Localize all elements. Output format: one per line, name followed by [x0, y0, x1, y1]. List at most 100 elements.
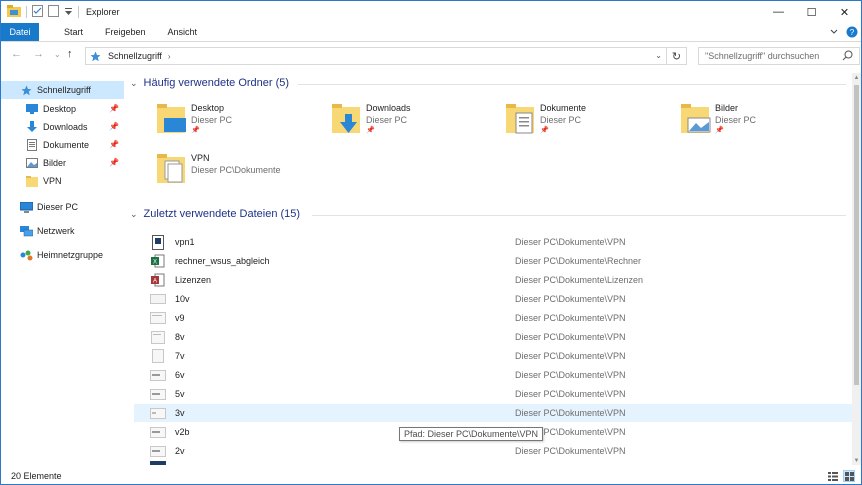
file-row[interactable]: vpn1 Dieser PC\Dokumente\VPN [134, 233, 853, 251]
status-bar: 20 Elemente [1, 467, 861, 485]
scrollbar-thumb[interactable] [854, 85, 859, 385]
file-thumb-icon [150, 367, 166, 383]
file-row[interactable]: 10v Dieser PC\Dokumente\VPN [134, 290, 853, 308]
nav-item-downloads[interactable]: Downloads 📌 [1, 118, 124, 136]
file-location: Dieser PC\Dokumente\VPN [515, 446, 626, 456]
nav-item-label: VPN [43, 176, 62, 186]
file-name: 8v [175, 332, 185, 342]
folder-tile-desktop[interactable]: Desktop Dieser PC 📌 [156, 102, 326, 144]
file-row[interactable]: A Lizenzen Dieser PC\Dokumente\Lizenzen [134, 271, 853, 289]
folder-name: Downloads [366, 103, 411, 113]
file-row[interactable]: 2v Dieser PC\Dokumente\VPN [134, 442, 853, 460]
nav-item-label: Netzwerk [37, 226, 75, 236]
up-arrow-icon[interactable]: ↑ [67, 48, 73, 60]
navigation-pane: Schnellzugriff Desktop 📌 Downloads 📌 Dok… [1, 73, 125, 463]
pin-icon[interactable]: 📌 [109, 122, 119, 131]
address-bar[interactable]: Schnellzugriff › ⌄ ↻ [85, 47, 687, 65]
file-row[interactable]: 5v Dieser PC\Dokumente\VPN [134, 385, 853, 403]
back-arrow-icon[interactable]: ← [11, 48, 22, 60]
tiles-view-icon[interactable] [843, 470, 855, 482]
nav-item-bilder[interactable]: Bilder 📌 [1, 154, 124, 172]
vpn-folder-icon [156, 152, 188, 186]
file-location: Dieser PC\Dokumente\Rechner [515, 256, 642, 266]
breadcrumb-arrow-icon[interactable]: › [168, 52, 171, 61]
search-input[interactable]: "Schnellzugriff" durchsuchen [698, 47, 860, 65]
vertical-scrollbar[interactable]: ▲ ▼ [852, 73, 861, 465]
nav-item-netzwerk[interactable]: Netzwerk [1, 222, 124, 240]
folder-tile-bilder[interactable]: Bilder Dieser PC 📌 [680, 102, 850, 144]
pin-icon[interactable]: 📌 [540, 126, 549, 134]
qat-customize-icon[interactable] [64, 7, 73, 18]
file-row[interactable]: X rechner_wsus_abgleich Dieser PC\Dokume… [134, 252, 853, 270]
nav-item-label: Schnellzugriff [37, 85, 91, 95]
file-location: Dieser PC\Dokumente\VPN [515, 313, 626, 323]
file-location: Dieser PC\Dokumente\VPN [515, 370, 626, 380]
maximize-button[interactable]: ☐ [795, 1, 828, 23]
folder-name: Desktop [191, 103, 225, 113]
nav-item-desktop[interactable]: Desktop 📌 [1, 100, 124, 118]
minimize-button[interactable]: — [762, 1, 795, 23]
pictures-folder-icon [680, 102, 712, 136]
scroll-down-icon[interactable]: ▼ [852, 456, 861, 465]
nav-item-label: Desktop [43, 104, 77, 114]
quick-access-toolbar [7, 5, 79, 19]
new-folder-icon[interactable] [48, 5, 59, 19]
collapse-chevron-icon[interactable]: ⌄ [130, 78, 138, 89]
explorer-window: Explorer — ☐ ✕ Datei Start Freigeben Ans… [0, 0, 862, 485]
file-row[interactable]: 3v Dieser PC\Dokumente\VPN [134, 404, 853, 422]
tab-start[interactable]: Start [53, 23, 94, 41]
close-button[interactable]: ✕ [828, 1, 861, 23]
window-title: Explorer [86, 7, 120, 17]
group-header-title: Häufig verwendete Ordner (5) [143, 77, 290, 89]
item-count: 20 Elemente [11, 471, 62, 481]
tab-ansicht[interactable]: Ansicht [157, 23, 209, 41]
help-icon[interactable]: ? [843, 23, 861, 41]
file-thumb-icon [150, 424, 166, 440]
tab-freigeben[interactable]: Freigeben [94, 23, 157, 41]
navigation-row: ← → ⌄ ↑ Schnellzugriff › ⌄ ↻ "Schnellzug… [1, 45, 861, 67]
folder-path: Dieser PC\Dokumente [191, 165, 281, 175]
folder-name: Dokumente [540, 103, 587, 113]
folder-tile-downloads[interactable]: Downloads Dieser PC 📌 [331, 102, 501, 144]
expand-ribbon-icon[interactable] [825, 23, 843, 41]
file-name: Lizenzen [175, 275, 212, 285]
nav-item-schnellzugriff[interactable]: Schnellzugriff [1, 81, 124, 99]
folder-path: Dieser PC [191, 115, 233, 125]
nav-item-dieser-pc[interactable]: Dieser PC [1, 198, 124, 216]
collapse-chevron-icon[interactable]: ⌄ [130, 209, 138, 220]
group-header-recent-files[interactable]: ⌄ Zuletzt verwendete Dateien (15) [130, 208, 300, 220]
refresh-icon[interactable]: ↻ [666, 48, 686, 64]
properties-icon[interactable] [32, 5, 43, 19]
svg-text:X: X [153, 260, 157, 266]
documents-folder-icon [505, 102, 537, 136]
details-view-icon[interactable] [827, 470, 839, 482]
nav-item-vpn[interactable]: VPN [1, 172, 124, 190]
file-row[interactable]: v9 Dieser PC\Dokumente\VPN [134, 309, 853, 327]
search-icon[interactable] [842, 50, 853, 63]
file-row[interactable]: 7v Dieser PC\Dokumente\VPN [134, 347, 853, 365]
pin-icon[interactable]: 📌 [109, 140, 119, 149]
folder-name: Bilder [715, 103, 739, 113]
pin-icon[interactable]: 📌 [191, 126, 200, 134]
nav-item-dokumente[interactable]: Dokumente 📌 [1, 136, 124, 154]
pin-icon[interactable]: 📌 [715, 126, 724, 134]
folder-path: Dieser PC [715, 115, 757, 125]
nav-item-label: Downloads [43, 122, 88, 132]
breadcrumb[interactable]: Schnellzugriff [108, 51, 162, 61]
pin-icon[interactable]: 📌 [109, 158, 119, 167]
folder-tile-vpn[interactable]: VPN Dieser PC\Dokumente [156, 152, 326, 194]
pin-icon[interactable]: 📌 [366, 126, 375, 134]
file-name: 6v [175, 370, 185, 380]
file-row[interactable]: 6v Dieser PC\Dokumente\VPN [134, 366, 853, 384]
folder-tile-dokumente[interactable]: Dokumente Dieser PC 📌 [505, 102, 675, 144]
forward-arrow-icon[interactable]: → [33, 48, 44, 60]
address-dropdown-icon[interactable]: ⌄ [655, 51, 662, 60]
nav-item-heimnetzgruppe[interactable]: Heimnetzgruppe [1, 246, 124, 264]
scroll-up-icon[interactable]: ▲ [852, 73, 861, 82]
recent-locations-icon[interactable]: ⌄ [54, 50, 61, 59]
file-row[interactable]: 8v Dieser PC\Dokumente\VPN [134, 328, 853, 346]
group-header-frequent-folders[interactable]: ⌄ Häufig verwendete Ordner (5) [130, 77, 289, 89]
pin-icon[interactable]: 📌 [109, 104, 119, 113]
tab-datei[interactable]: Datei [1, 23, 39, 41]
folder-icon [25, 175, 39, 187]
